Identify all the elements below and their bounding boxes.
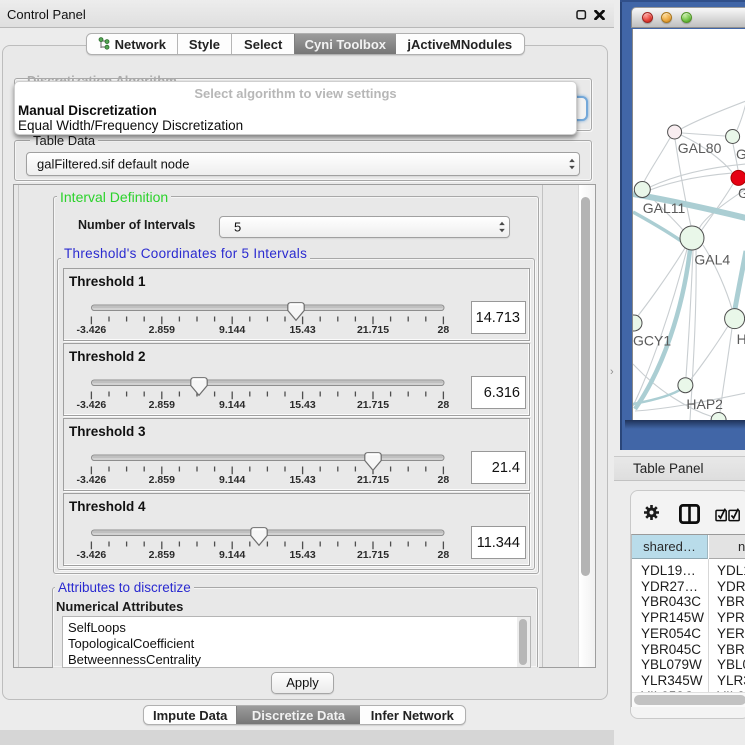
svg-text:HAP2: HAP2 [686, 396, 723, 412]
svg-text:GCY1: GCY1 [633, 333, 671, 349]
svg-text:GAL11: GAL11 [643, 200, 686, 216]
svg-text:GAL80: GAL80 [678, 140, 722, 156]
svg-text:GA: GA [738, 185, 745, 201]
svg-text:GAL4: GAL4 [694, 252, 730, 268]
svg-text:GA: GA [736, 146, 745, 162]
svg-text:HA: HA [737, 331, 745, 347]
